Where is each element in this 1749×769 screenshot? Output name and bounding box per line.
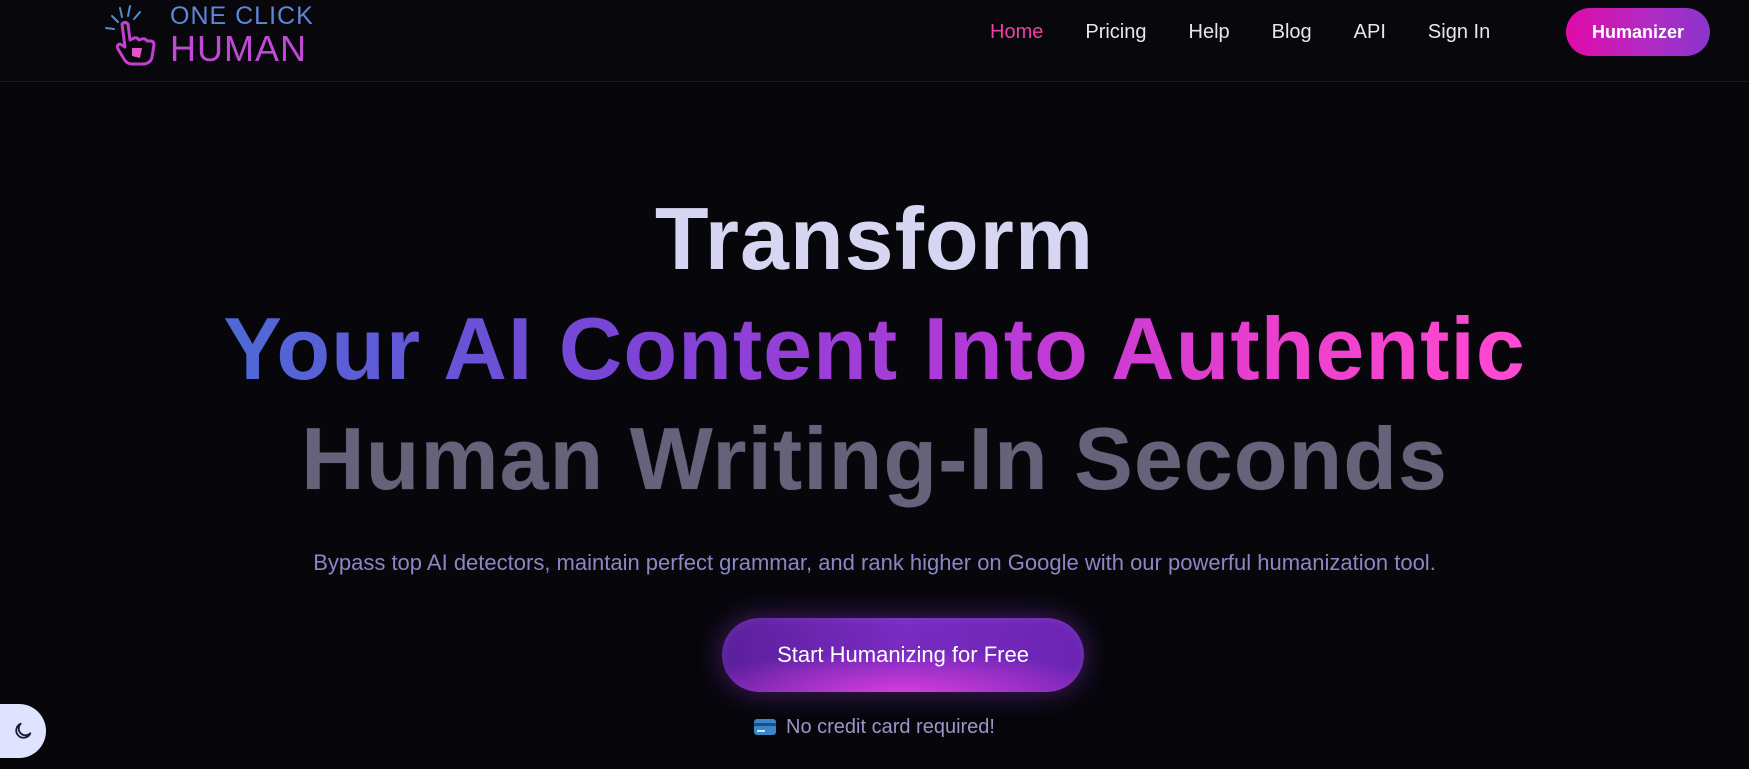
no-credit-card-note: No credit card required! xyxy=(0,714,1749,740)
hero-title-line3: Human Writing-In Seconds xyxy=(301,409,1448,508)
theme-toggle-button[interactable] xyxy=(0,704,46,758)
site-header: ONE CLICK HUMAN Home Pricing Help Blog A… xyxy=(0,0,1749,82)
brand-line2: HUMAN xyxy=(170,27,307,69)
page: ONE CLICK HUMAN Home Pricing Help Blog A… xyxy=(0,0,1749,769)
main-nav: Home Pricing Help Blog API Sign In xyxy=(990,20,1532,44)
moon-icon xyxy=(15,722,32,739)
brand-line1: ONE CLICK xyxy=(170,1,314,30)
nav-blog[interactable]: Blog xyxy=(1272,21,1312,44)
hero-title-line1: Transform xyxy=(654,189,1095,288)
note-text: No credit card required! xyxy=(786,715,995,738)
nav-pricing[interactable]: Pricing xyxy=(1085,21,1146,44)
nav-home[interactable]: Home xyxy=(990,21,1043,44)
credit-card-icon xyxy=(754,719,776,735)
nav-api[interactable]: API xyxy=(1354,21,1386,44)
start-humanizing-button[interactable]: Start Humanizing for Free xyxy=(722,618,1084,692)
brand-wordmark: ONE CLICK HUMAN xyxy=(170,1,314,69)
hero-subtitle: Bypass top AI detectors, maintain perfec… xyxy=(313,550,1436,575)
hero-title-line2-text: Your AI Content Into Authentic xyxy=(223,299,1526,398)
humanizer-button[interactable]: Humanizer xyxy=(1566,8,1710,56)
brand-logo[interactable]: ONE CLICK HUMAN xyxy=(98,1,338,69)
nav-help[interactable]: Help xyxy=(1189,21,1230,44)
hero-title-line2: Your AI Content Into Authentic xyxy=(0,298,1749,400)
pointing-hand-logo-icon xyxy=(105,5,156,66)
nav-sign-in[interactable]: Sign In xyxy=(1428,21,1490,44)
